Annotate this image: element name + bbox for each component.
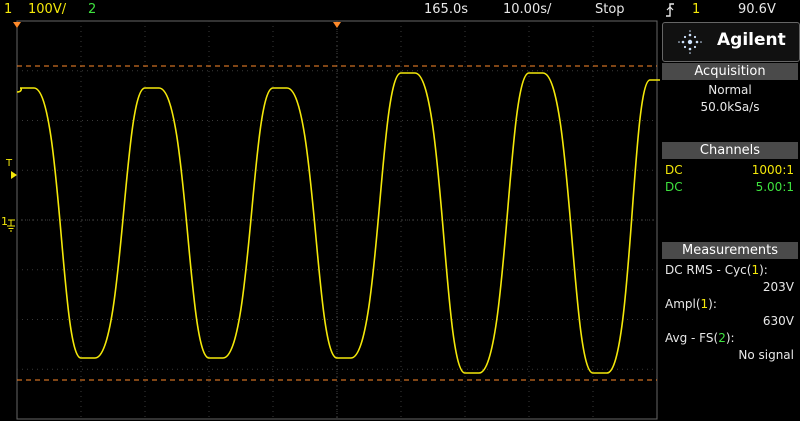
agilent-spark-icon	[678, 30, 702, 54]
channels-header[interactable]: Channels	[662, 142, 798, 159]
brand-logo: Agilent	[662, 22, 800, 62]
side-panel: Agilent Acquisition Normal 50.0kSa/s Cha…	[660, 20, 800, 421]
sample-rate: 50.0kSa/s	[700, 100, 760, 114]
measurement-label-text: DC RMS - Cyc(	[665, 263, 752, 277]
measurement-value-row: 630V	[662, 313, 798, 330]
channel1-number[interactable]: 1	[4, 0, 12, 20]
ground-label: 1	[1, 215, 8, 228]
measurement-value: No signal	[738, 348, 794, 362]
brand-name: Agilent	[717, 30, 786, 50]
measurement-label-text: Avg - FS(	[665, 331, 719, 345]
timebase[interactable]: 10.00s/	[503, 0, 551, 20]
channel1-probe: 1000:1	[751, 163, 794, 177]
acquisition-header[interactable]: Acquisition	[662, 63, 798, 80]
channel1-row[interactable]: DC 1000:1	[662, 162, 798, 179]
measurement-label[interactable]: DC RMS - Cyc(1):	[662, 262, 798, 279]
channel2-probe: 5.00:1	[755, 180, 794, 194]
measurement-channel: 2	[718, 331, 726, 345]
channel1-scale[interactable]: 100V/	[28, 0, 66, 20]
trigger-position[interactable]: 165.0s	[424, 0, 468, 20]
measurement-value: 630V	[762, 314, 794, 328]
run-state[interactable]: Stop	[595, 0, 625, 20]
trigger-label: T	[5, 158, 13, 169]
channel2-row[interactable]: DC 5.00:1	[662, 179, 798, 196]
measurement-label[interactable]: Ampl(1):	[662, 296, 798, 313]
acquisition-body: Normal 50.0kSa/s	[662, 82, 798, 116]
trigger-edge-icon	[664, 0, 676, 18]
measurement-label-suffix: ):	[708, 297, 717, 311]
measurements-body: DC RMS - Cyc(1): 203V Ampl(1): 630V Avg …	[662, 262, 798, 364]
waveform-display[interactable]: 1 T	[0, 20, 660, 421]
trigger-source[interactable]: 1	[692, 0, 700, 20]
measurement-label-text: Ampl(	[665, 297, 701, 311]
measurement-value-row: 203V	[662, 279, 798, 296]
acquisition-mode: Normal	[708, 83, 752, 97]
channel2-coupling: DC	[665, 180, 683, 194]
measurement-value: 203V	[762, 280, 794, 294]
channel2-number[interactable]: 2	[88, 0, 96, 20]
measurement-label[interactable]: Avg - FS(2):	[662, 330, 798, 347]
channel1-coupling: DC	[665, 163, 683, 177]
trigger-level[interactable]: 90.6V	[738, 0, 776, 20]
measurements-header[interactable]: Measurements	[662, 242, 798, 259]
measurement-label-suffix: ):	[725, 331, 735, 345]
measurement-channel: 1	[751, 263, 760, 277]
channels-body: DC 1000:1 DC 5.00:1	[662, 162, 798, 196]
status-bar: 1 100V/ 2 165.0s 10.00s/ Stop 1 90.6V	[0, 0, 800, 20]
measurement-label-suffix: ):	[759, 263, 768, 277]
measurement-value-row: No signal	[662, 347, 798, 364]
